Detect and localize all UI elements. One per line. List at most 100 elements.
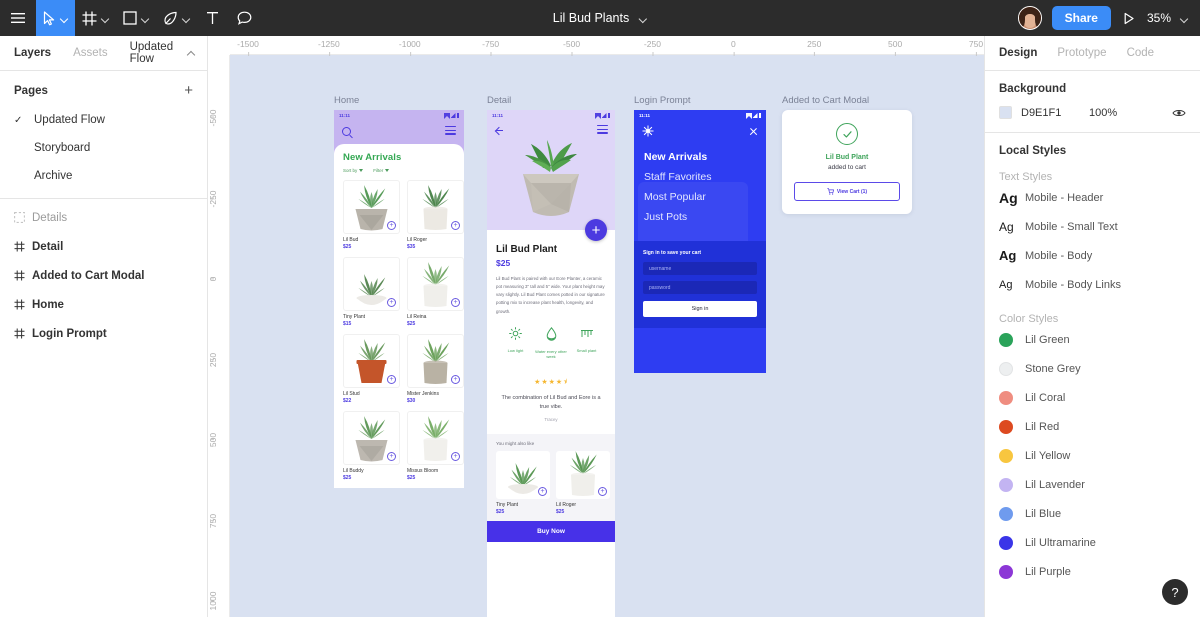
page-item-storyboard[interactable]: Storyboard [0,134,207,162]
add-product-button[interactable]: + [451,221,460,230]
layer-item-login-prompt[interactable]: Login Prompt [0,319,207,348]
add-product-button[interactable]: + [387,221,396,230]
password-field[interactable]: password [643,281,757,294]
product-image[interactable]: + [407,411,464,465]
signin-button[interactable]: Sign in [643,301,757,317]
frame-label-added-to-cart[interactable]: Added to Cart Modal [782,95,912,106]
color-swatch[interactable] [999,477,1013,492]
tab-design[interactable]: Design [999,47,1037,59]
layer-item-added-to-cart-modal[interactable]: Added to Cart Modal [0,261,207,290]
product-image[interactable]: + [496,450,550,499]
tab-prototype[interactable]: Prototype [1057,47,1106,59]
tab-assets[interactable]: Assets [73,47,108,59]
main-menu-button[interactable] [0,0,36,36]
color-style-row[interactable]: Lil Blue [999,499,1186,528]
background-hex[interactable]: D9E1F1 [1021,107,1089,119]
add-to-cart-fab[interactable]: + [585,219,607,241]
hamburger-menu-icon[interactable] [445,126,456,137]
add-product-button[interactable]: + [598,486,607,496]
frame-label-login-prompt[interactable]: Login Prompt [634,95,766,106]
username-field[interactable]: username [643,262,757,275]
color-style-row[interactable]: Lil Lavender [999,470,1186,499]
text-style-row[interactable]: Ag Mobile - Small Text [999,212,1186,241]
nav-item-most-popular[interactable]: Most Popular [644,191,756,203]
text-style-row[interactable]: Ag Mobile - Body Links [999,270,1186,299]
product-card[interactable]: + Lil Bud $25 [343,180,400,250]
layer-item-home[interactable]: Home [0,290,207,319]
color-style-row[interactable]: Lil Green [999,325,1186,354]
page-item-updated-flow[interactable]: ✓ Updated Flow [0,106,207,134]
shape-tool[interactable] [116,0,156,36]
product-image[interactable]: + [556,450,610,499]
arrow-left-icon[interactable] [494,125,504,135]
sort-by-dropdown[interactable]: Sort by [343,168,364,173]
product-card[interactable]: + Lil Roger $35 [407,180,464,250]
filter-dropdown[interactable]: Filter [373,168,390,173]
color-swatch[interactable] [999,564,1013,579]
add-product-button[interactable]: + [538,486,547,496]
layer-item-detail[interactable]: Detail [0,232,207,261]
frame-login-prompt[interactable]: Login Prompt 11:11 New Arrivals Staff Fa… [634,95,766,373]
product-card[interactable]: + Tiny Plant $15 [343,257,400,327]
background-swatch[interactable] [999,106,1012,119]
product-image[interactable]: + [407,257,464,311]
also-like-card[interactable]: + Tiny Plant $25 [496,450,550,515]
product-card[interactable]: + Mister Jenkins $30 [407,334,464,404]
frame-tool[interactable] [75,0,116,36]
help-button[interactable]: ? [1162,579,1188,605]
frame-home[interactable]: Home 11:11 New Arrivals Sort by Filter +… [334,95,464,488]
product-image[interactable]: + [343,180,400,234]
color-swatch[interactable] [999,361,1013,376]
text-tool[interactable] [197,0,228,36]
zoom-control[interactable]: 35% [1147,11,1188,25]
product-image[interactable]: + [407,334,464,388]
pen-tool[interactable] [156,0,197,36]
document-title[interactable]: Lil Bud Plants [553,11,647,25]
add-product-button[interactable]: + [387,452,396,461]
eye-icon[interactable] [1172,108,1186,118]
frame-added-to-cart-modal[interactable]: Added to Cart Modal Lil Bud Plant added … [782,95,912,214]
add-product-button[interactable]: + [451,375,460,384]
flow-selector[interactable]: Updated Flow [130,41,193,65]
also-like-card[interactable]: + Lil Roger $25 [556,450,610,515]
color-swatch[interactable] [999,448,1013,463]
text-style-row[interactable]: Ag Mobile - Body [999,241,1186,270]
add-product-button[interactable]: + [451,298,460,307]
background-opacity[interactable]: 100% [1089,107,1117,119]
layer-item-details[interactable]: Details [0,203,207,232]
text-style-row[interactable]: Ag Mobile - Header [999,183,1186,212]
search-icon[interactable] [342,126,351,136]
comment-tool[interactable] [228,0,261,36]
add-product-button[interactable]: + [387,298,396,307]
product-image[interactable]: + [343,334,400,388]
color-swatch[interactable] [999,419,1013,434]
color-style-row[interactable]: Lil Ultramarine [999,528,1186,557]
tab-layers[interactable]: Layers [14,47,51,59]
present-button[interactable] [1121,12,1137,25]
also-like-carousel[interactable]: +Tiny Plant$25 +Lil Roger$25 +Mister Jen… [496,450,615,515]
share-button[interactable]: Share [1051,6,1111,30]
add-product-button[interactable]: + [451,452,460,461]
color-swatch[interactable] [999,390,1013,405]
nav-item-staff-favorites[interactable]: Staff Favorites [644,171,756,183]
frame-label-home[interactable]: Home [334,95,464,106]
canvas-surface[interactable]: Home 11:11 New Arrivals Sort by Filter +… [230,55,984,617]
color-style-row[interactable]: Lil Red [999,412,1186,441]
close-x-icon[interactable] [749,127,758,136]
color-swatch[interactable] [999,332,1013,347]
page-item-archive[interactable]: Archive [0,162,207,190]
buy-now-button[interactable]: Buy Now [487,520,615,542]
color-style-row[interactable]: Lil Coral [999,383,1186,412]
add-page-button[interactable]: + [184,83,193,98]
tab-code[interactable]: Code [1127,47,1155,59]
product-card[interactable]: + Missus Bloom $25 [407,411,464,481]
color-swatch[interactable] [999,535,1013,550]
color-style-row[interactable]: Stone Grey [999,354,1186,383]
view-cart-button[interactable]: View Cart (1) [794,182,900,201]
product-card[interactable]: + Lil Stud $22 [343,334,400,404]
background-row[interactable]: D9E1F1 100% [999,106,1186,119]
hamburger-menu-icon[interactable] [597,125,608,136]
move-tool[interactable] [36,0,75,36]
avatar[interactable] [1017,6,1042,30]
add-product-button[interactable]: + [387,375,396,384]
